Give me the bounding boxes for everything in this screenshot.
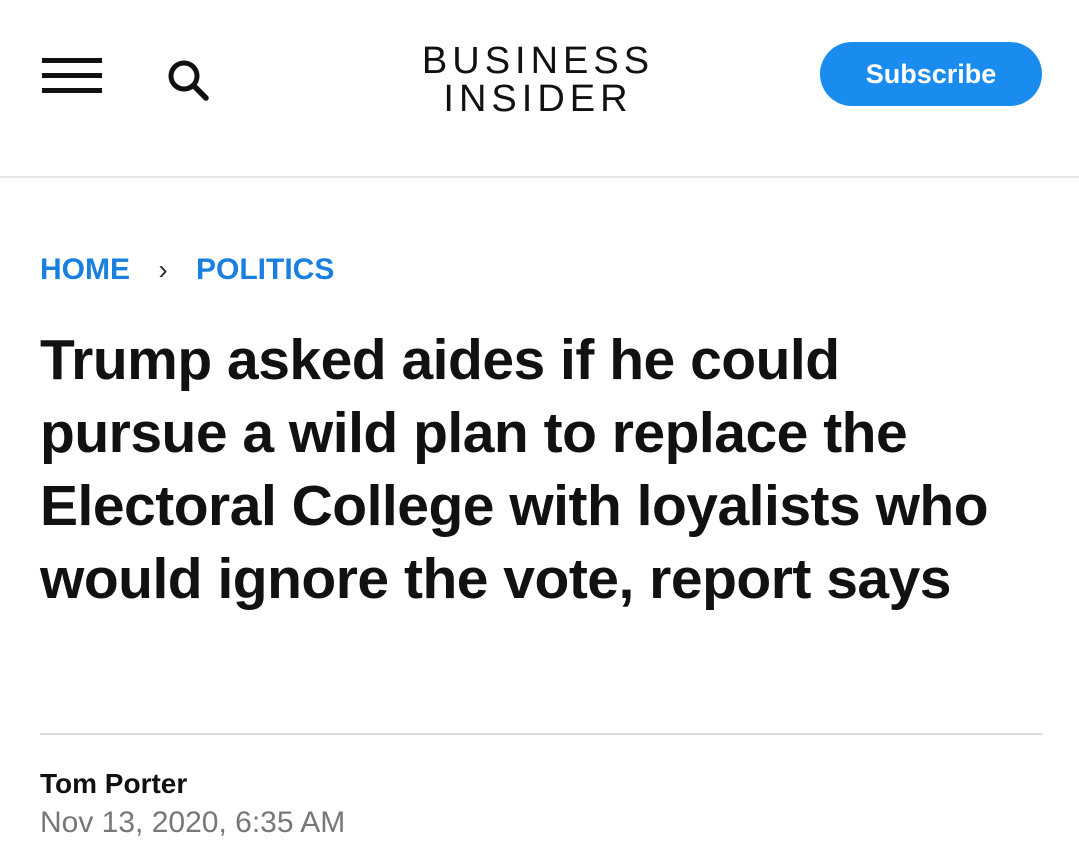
menu-bar [42,58,102,63]
byline-divider [40,733,1043,735]
hamburger-menu-icon[interactable] [42,56,104,98]
menu-bar [42,73,102,78]
logo-line-2: INSIDER [443,78,633,120]
search-icon-graphic [168,60,209,101]
site-header: BUSINESS INSIDER Subscribe [0,0,1079,178]
subscribe-button[interactable]: Subscribe [820,42,1042,106]
article-headline: Trump asked aides if he could pursue a w… [40,328,989,611]
search-icon[interactable] [164,56,214,106]
breadcrumb-home-link[interactable]: HOME [40,253,130,287]
breadcrumb: HOME › POLITICS [40,250,334,290]
author-name[interactable]: Tom Porter [40,766,187,802]
menu-bar [42,88,102,93]
logo-line-1: BUSINESS [421,40,655,82]
chevron-right-icon: › [158,254,168,285]
breadcrumb-politics-link[interactable]: POLITICS [196,253,334,287]
business-insider-logo[interactable]: BUSINESS INSIDER [380,42,696,118]
publish-date: Nov 13, 2020, 6:35 AM [40,806,346,839]
